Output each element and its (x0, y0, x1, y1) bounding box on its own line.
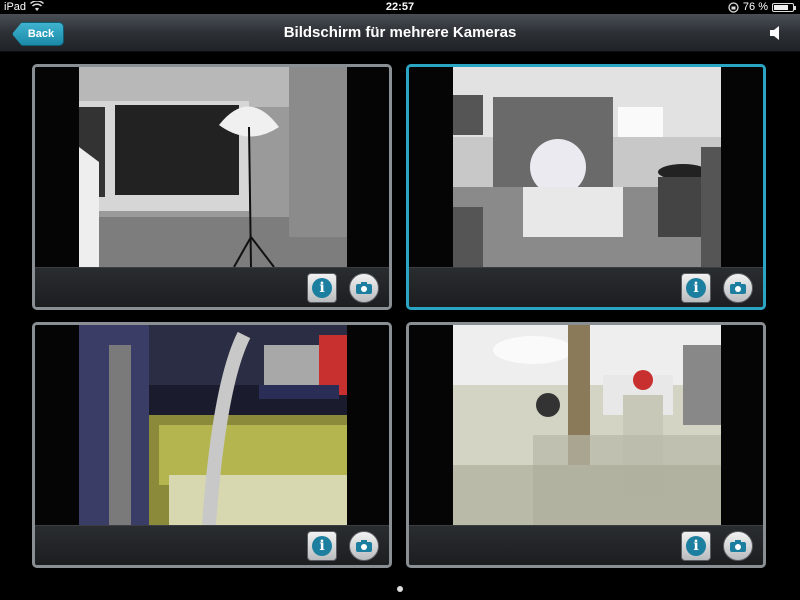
speaker-icon[interactable] (768, 24, 786, 42)
battery-percent: 76 % (742, 1, 768, 13)
snapshot-button[interactable] (723, 273, 753, 303)
camera-icon (730, 540, 746, 552)
snapshot-button[interactable] (723, 531, 753, 561)
camera-feed[interactable] (35, 67, 389, 267)
camera-feed[interactable] (35, 325, 389, 525)
info-button[interactable]: i (681, 531, 711, 561)
info-icon: i (686, 536, 706, 556)
info-button[interactable]: i (307, 531, 337, 561)
info-icon: i (312, 278, 332, 298)
tile-toolbar: i (35, 525, 389, 565)
camera-icon (730, 282, 746, 294)
info-icon: i (312, 536, 332, 556)
camera-icon (356, 282, 372, 294)
camera-icon (356, 540, 372, 552)
nav-bar: Back Bildschirm für mehrere Kameras (0, 14, 800, 52)
camera-feed[interactable] (409, 325, 763, 525)
page-title: Bildschirm für mehrere Kameras (283, 24, 517, 41)
info-button[interactable]: i (681, 273, 711, 303)
rotation-lock-icon (728, 1, 739, 13)
camera-tile-2[interactable]: i (406, 64, 766, 310)
camera-tile-1[interactable]: i (32, 64, 392, 310)
info-icon: i (686, 278, 706, 298)
info-button[interactable]: i (307, 273, 337, 303)
battery-icon (772, 2, 796, 12)
page-indicator-dot[interactable] (397, 586, 403, 592)
camera-feed[interactable] (409, 67, 763, 267)
camera-tile-4[interactable]: i (406, 322, 766, 568)
clock: 22:57 (385, 1, 415, 13)
status-bar: iPad 22:57 76 % (0, 0, 800, 14)
snapshot-button[interactable] (349, 273, 379, 303)
camera-tile-3[interactable]: i (32, 322, 392, 568)
tile-toolbar: i (35, 267, 389, 307)
tile-toolbar: i (409, 267, 763, 307)
tile-toolbar: i (409, 525, 763, 565)
snapshot-button[interactable] (349, 531, 379, 561)
